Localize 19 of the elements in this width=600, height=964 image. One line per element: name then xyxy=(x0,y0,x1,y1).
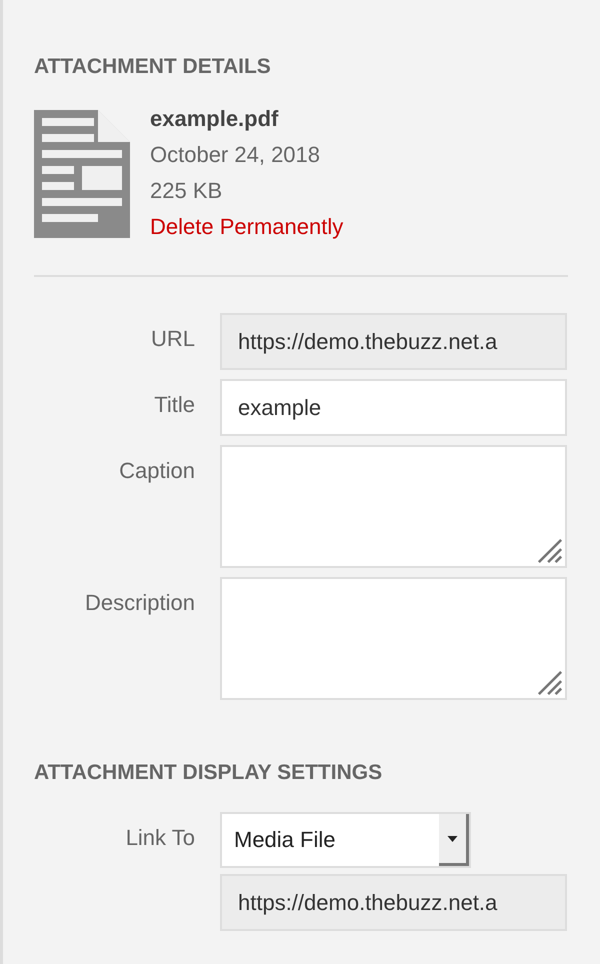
field-label: Link To xyxy=(124,824,195,851)
resize-handle-icon[interactable] xyxy=(537,538,563,564)
file-name: example.pdf xyxy=(150,105,278,133)
field-label: URL xyxy=(150,325,195,352)
section-heading: ATTACHMENT DETAILS xyxy=(34,54,272,80)
delete-link[interactable]: Delete Permanently xyxy=(150,209,344,245)
file-size: 225 KB xyxy=(150,177,222,205)
upload-date: October 24, 2018 xyxy=(150,141,320,169)
section-heading: ATTACHMENT DISPLAY SETTINGS xyxy=(34,760,384,786)
caret-icon xyxy=(447,836,458,842)
resize-handle-icon[interactable] xyxy=(537,670,563,696)
field-label: Caption xyxy=(118,457,195,484)
text-field[interactable]: example xyxy=(220,379,567,436)
text-field[interactable]: https://demo.thebuzz.net.a xyxy=(220,313,567,370)
dropdown[interactable]: Media File xyxy=(220,812,471,868)
text-field[interactable]: https://demo.thebuzz.net.a xyxy=(220,874,567,931)
field-label: Description xyxy=(84,589,195,616)
document-icon xyxy=(34,110,130,238)
field-label: Title xyxy=(153,391,195,418)
